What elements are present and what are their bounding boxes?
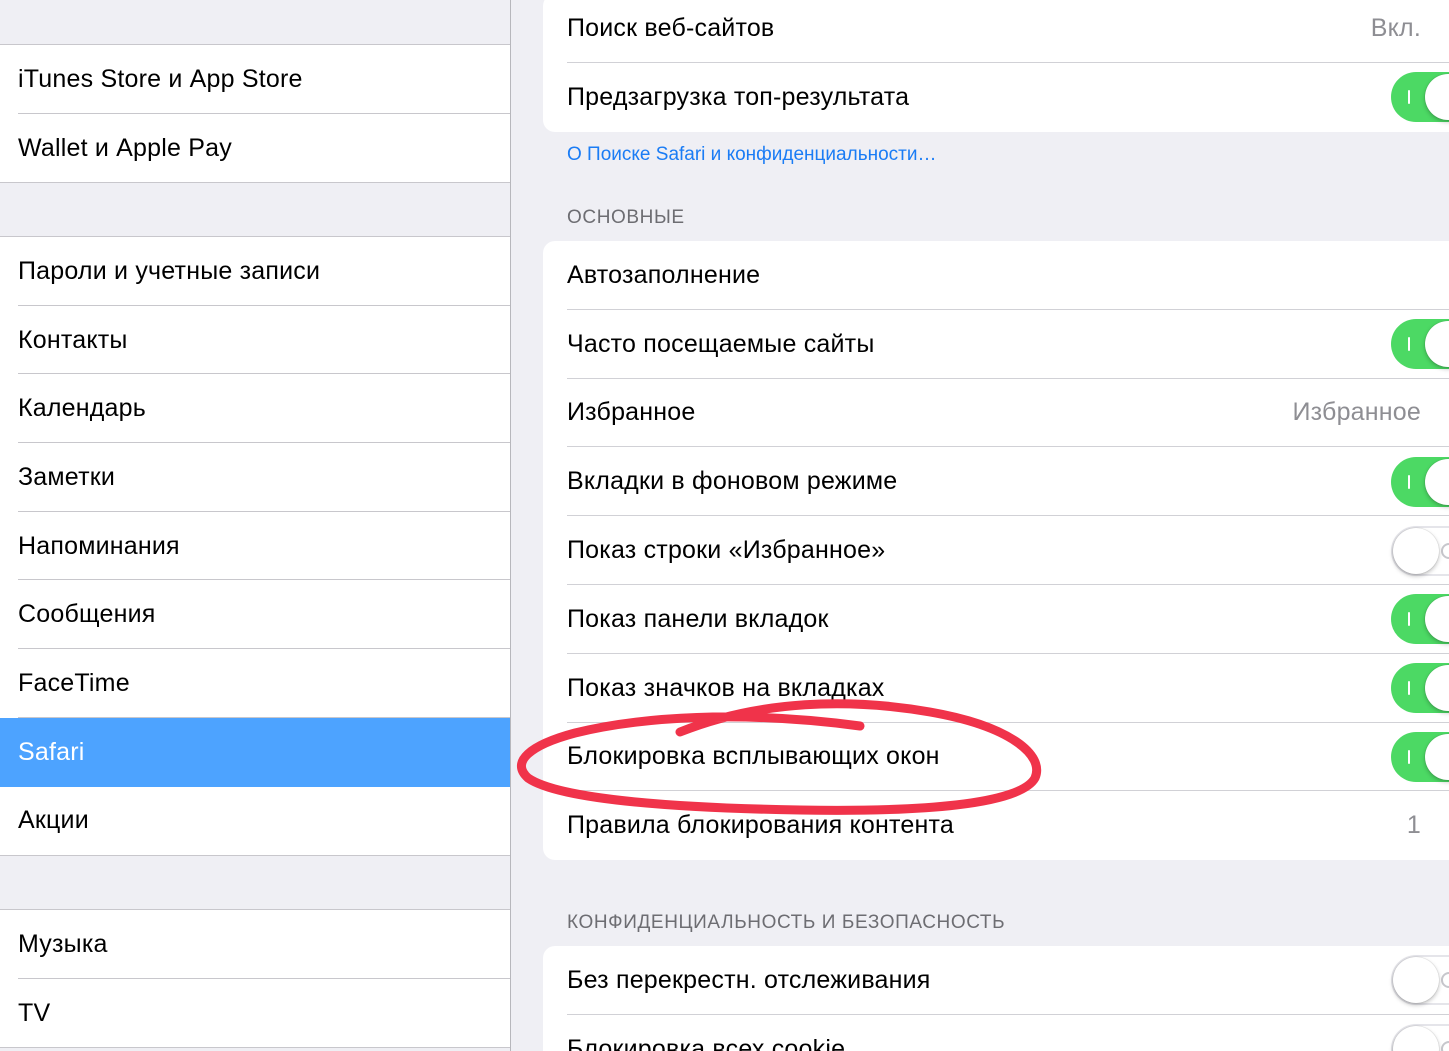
row-show-favorites-bar: Показ строки «Избранное» — [543, 516, 1449, 585]
sidebar-item-facetime[interactable]: FaceTime — [0, 649, 510, 718]
row-label: Показ строки «Избранное» — [567, 536, 886, 565]
row-autofill[interactable]: Автозаполнение — [543, 241, 1449, 310]
preload-top-hit-toggle[interactable] — [1391, 72, 1449, 123]
section-header-privacy-security: КОНФИДЕНЦИАЛЬНОСТЬ И БЕЗОПАСНОСТЬ — [567, 912, 1006, 933]
row-label: Показ панели вкладок — [567, 604, 829, 633]
background-tabs-toggle[interactable] — [1391, 456, 1449, 507]
row-value: 1 — [1406, 811, 1421, 840]
toggle-knob — [1425, 596, 1449, 643]
toggle-knob — [1425, 665, 1449, 712]
sidebar-group-apps: Пароли и учетные записи Контакты Календа… — [0, 236, 510, 857]
frequently-visited-toggle[interactable] — [1391, 319, 1449, 370]
row-label: Поиск веб-сайтов — [567, 13, 775, 42]
sidebar-item-tv[interactable]: TV — [0, 979, 510, 1048]
row-label: Блокировка всплывающих окон — [567, 742, 940, 771]
show-tab-bar-toggle[interactable] — [1391, 594, 1449, 645]
block-all-cookies-toggle[interactable] — [1391, 1024, 1449, 1051]
sidebar-item-passwords-accounts[interactable]: Пароли и учетные записи — [0, 237, 510, 306]
row-background-tabs: Вкладки в фоновом режиме — [543, 447, 1449, 516]
toggle-on-mark — [1408, 612, 1410, 627]
sidebar-group-media: Музыка TV — [0, 909, 510, 1049]
row-label: Часто посещаемые сайты — [567, 329, 875, 358]
toggle-knob — [1425, 733, 1449, 780]
toggle-knob — [1425, 74, 1449, 121]
row-label: Избранное — [567, 398, 696, 427]
sidebar-item-safari[interactable]: Safari — [0, 717, 510, 787]
row-prevent-cross-site-tracking: Без перекрестн. отслеживания — [543, 946, 1449, 1015]
toggle-on-mark — [1408, 90, 1410, 105]
toggle-knob — [1393, 527, 1439, 574]
safari-settings-panel: Поиск веб-сайтов Вкл. Предзагрузка топ-р… — [512, 0, 1449, 1051]
row-preload-top-hit: Предзагрузка топ-результата — [543, 63, 1449, 132]
search-settings-card: Поиск веб-сайтов Вкл. Предзагрузка топ-р… — [543, 0, 1449, 132]
toggle-off-mark — [1441, 972, 1449, 989]
row-label: Предзагрузка топ-результата — [567, 82, 910, 111]
about-safari-search-privacy-link[interactable]: О Поиске Safari и конфиденциальности… — [567, 144, 936, 166]
toggle-knob — [1425, 458, 1449, 505]
row-favorites[interactable]: Избранное Избранное — [543, 379, 1449, 448]
toggle-off-mark — [1441, 542, 1449, 559]
row-show-icons-in-tabs: Показ значков на вкладках — [543, 654, 1449, 723]
row-label: Показ значков на вкладках — [567, 673, 885, 702]
toggle-on-mark — [1408, 337, 1410, 352]
toggle-on-mark — [1408, 474, 1410, 489]
settings-sidebar: iTunes Store и App Store Wallet и Apple … — [0, 0, 511, 1051]
prevent-cross-site-tracking-toggle[interactable] — [1391, 955, 1449, 1006]
row-label: Вкладки в фоновом режиме — [567, 467, 898, 496]
toggle-off-mark — [1441, 1041, 1449, 1051]
toggle-knob — [1393, 957, 1439, 1004]
sidebar-item-wallet-apple-pay[interactable]: Wallet и Apple Pay — [0, 114, 510, 183]
sidebar-item-calendar[interactable]: Календарь — [0, 374, 510, 443]
sidebar-item-stocks[interactable]: Акции — [0, 787, 510, 856]
block-popups-toggle[interactable] — [1391, 731, 1449, 782]
toggle-knob — [1425, 321, 1449, 368]
row-label: Правила блокирования контента — [567, 811, 954, 840]
row-frequently-visited: Часто посещаемые сайты — [543, 310, 1449, 379]
show-icons-in-tabs-toggle[interactable] — [1391, 663, 1449, 714]
privacy-settings-card: Без перекрестн. отслеживания Блокировка … — [543, 946, 1449, 1051]
row-label: Без перекрестн. отслеживания — [567, 965, 931, 994]
section-header-general: ОСНОВНЫЕ — [567, 207, 685, 228]
sidebar-item-messages[interactable]: Сообщения — [0, 580, 510, 649]
row-block-all-cookies: Блокировка всех cookie — [543, 1015, 1449, 1051]
sidebar-item-contacts[interactable]: Контакты — [0, 306, 510, 375]
row-block-popups: Блокировка всплывающих окон — [543, 723, 1449, 792]
row-value: Вкл. — [1370, 13, 1421, 42]
sidebar-item-music[interactable]: Музыка — [0, 910, 510, 979]
sidebar-group-stores: iTunes Store и App Store Wallet и Apple … — [0, 44, 510, 184]
sidebar-item-reminders[interactable]: Напоминания — [0, 512, 510, 581]
row-label: Блокировка всех cookie — [567, 1034, 846, 1051]
toggle-on-mark — [1408, 681, 1410, 696]
general-settings-card: Автозаполнение Часто посещаемые сайты Из… — [543, 241, 1449, 861]
toggle-knob — [1393, 1026, 1439, 1051]
row-show-tab-bar: Показ панели вкладок — [543, 585, 1449, 654]
sidebar-item-itunes-app-store[interactable]: iTunes Store и App Store — [0, 45, 510, 114]
row-value: Избранное — [1292, 398, 1421, 427]
show-favorites-bar-toggle[interactable] — [1391, 525, 1449, 576]
sidebar-item-notes[interactable]: Заметки — [0, 443, 510, 512]
row-label: Автозаполнение — [567, 260, 761, 289]
row-search-websites[interactable]: Поиск веб-сайтов Вкл. — [543, 0, 1449, 63]
toggle-on-mark — [1408, 749, 1410, 764]
row-content-blockers[interactable]: Правила блокирования контента 1 — [543, 791, 1449, 860]
